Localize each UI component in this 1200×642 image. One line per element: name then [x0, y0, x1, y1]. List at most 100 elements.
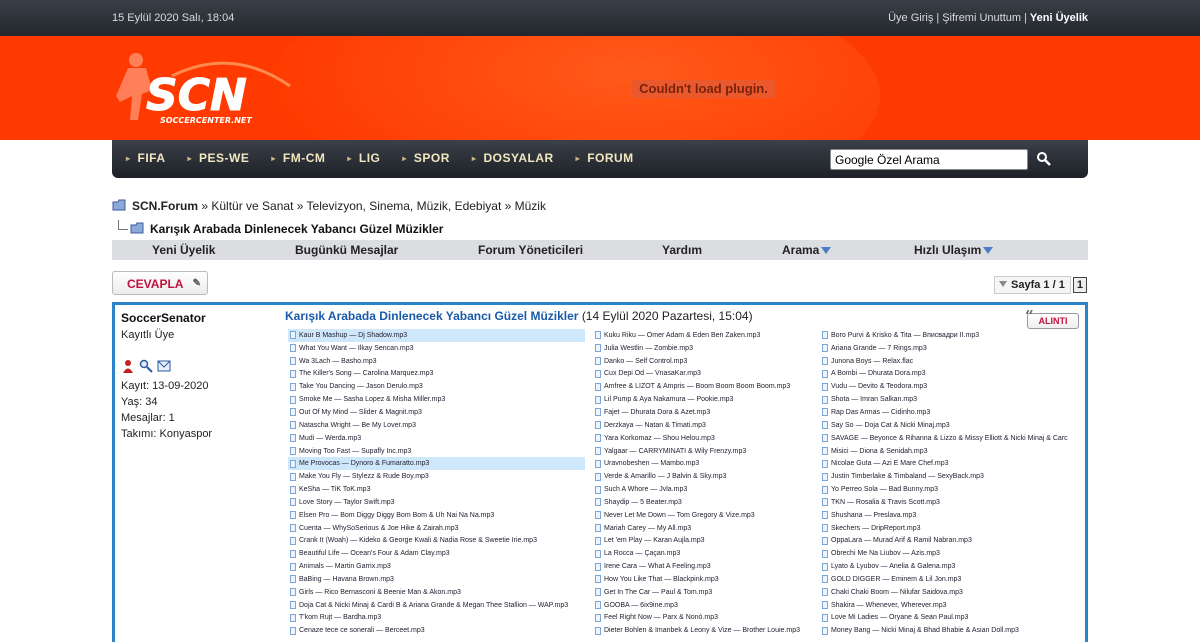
- nav-item-spor[interactable]: ▸ SPOR: [402, 151, 450, 165]
- file-item[interactable]: OppaLara — Murad Arif & Ramil Nabran.mp3: [820, 535, 1080, 548]
- file-item[interactable]: Misici — Diona & Senidah.mp3: [820, 445, 1080, 458]
- file-item[interactable]: BaBing — Havana Brown.mp3: [288, 573, 585, 586]
- file-item[interactable]: GOLD DIGGER — Eminem & Lil Jon.mp3: [820, 573, 1080, 586]
- menu-search[interactable]: Arama: [782, 243, 832, 257]
- file-item[interactable]: Natascha Wright — Be My Lover.mp3: [288, 419, 585, 432]
- file-item[interactable]: Nicolae Guta — Azi E Mare Chef.mp3: [820, 457, 1080, 470]
- file-item[interactable]: Such A Whore — Jvla.mp3: [593, 483, 813, 496]
- menu-quick-access[interactable]: Hızlı Ulaşım: [914, 243, 994, 257]
- file-item[interactable]: Amfree & LIZOT & Ampris — Boom Boom Boom…: [593, 380, 813, 393]
- file-item[interactable]: Kaur B Mashup — Dj Shadow.mp3: [288, 329, 585, 342]
- file-item[interactable]: Get In The Car — Paul & Tom.mp3: [593, 586, 813, 599]
- nav-item-fifa[interactable]: ▸ FIFA: [126, 151, 166, 165]
- file-item[interactable]: GOOBA — 6ix9ine.mp3: [593, 599, 813, 612]
- file-item[interactable]: Say So — Doja Cat & Nicki Minaj.mp3: [820, 419, 1080, 432]
- file-item[interactable]: Yara Korkomaz — Shou Helou.mp3: [593, 432, 813, 445]
- reply-button[interactable]: CEVAPLA ✎: [112, 271, 208, 295]
- file-item[interactable]: Junona Boys — Relax.flac: [820, 355, 1080, 368]
- file-item[interactable]: Yalgaar — CARRYMINATI & Wily Frenzy.mp3: [593, 445, 813, 458]
- file-item[interactable]: Shakira — Whenever, Wherever.mp3: [820, 599, 1080, 612]
- menu-help[interactable]: Yardım: [662, 243, 702, 257]
- file-item[interactable]: Feel Right Now — Parx & Nonó.mp3: [593, 612, 813, 625]
- breadcrumb-path[interactable]: » Kültür ve Sanat » Televizyon, Sinema, …: [201, 199, 546, 213]
- file-item[interactable]: What You Want — Ilkay Sencan.mp3: [288, 342, 585, 355]
- nav-item-fm-cm[interactable]: ▸ FM-CM: [271, 151, 325, 165]
- file-item[interactable]: Out Of My Mind — Slider & Magnit.mp3: [288, 406, 585, 419]
- file-item[interactable]: Smoke Me — Sasha Lopez & Misha Miller.mp…: [288, 393, 585, 406]
- menu-register[interactable]: Yeni Üyelik: [152, 243, 215, 257]
- breadcrumb-root[interactable]: SCN.Forum: [132, 199, 198, 213]
- message-icon[interactable]: [157, 359, 171, 373]
- nav-item-lig[interactable]: ▸ LIG: [347, 151, 380, 165]
- search-icon[interactable]: [1036, 151, 1052, 167]
- site-logo[interactable]: SCN SOCCERCENTER.NET: [112, 46, 302, 132]
- page-menu[interactable]: Sayfa 1 / 1: [994, 276, 1071, 294]
- file-item[interactable]: Skechers — DripReport.mp3: [820, 522, 1080, 535]
- search-input[interactable]: Google Özel Arama: [830, 149, 1028, 170]
- file-item[interactable]: Cuenta — WhySoSerious & Joe Hike & Zaira…: [288, 522, 585, 535]
- user-icon[interactable]: [121, 359, 135, 373]
- file-item[interactable]: Shaydip — 5 Beater.mp3: [593, 496, 813, 509]
- file-item[interactable]: Ariana Grande — 7 Rings.mp3: [820, 342, 1080, 355]
- file-item[interactable]: La Rocca — Çaçan.mp3: [593, 547, 813, 560]
- file-item[interactable]: Money Bang — Nicki Minaj & Bhad Bhabie &…: [820, 624, 1080, 637]
- file-item[interactable]: Julia Westlin — Zombie.mp3: [593, 342, 813, 355]
- file-item[interactable]: Love Story — Taylor Swift.mp3: [288, 496, 585, 509]
- file-item[interactable]: Let 'em Play — Karan Aujla.mp3: [593, 535, 813, 548]
- file-item[interactable]: Doja Cat & Nicki Minaj & Cardi B & Arian…: [288, 599, 585, 612]
- quote-button[interactable]: “ ALINTI: [1025, 309, 1079, 329]
- file-item[interactable]: Verde & Amarillo — J Balvin & Sky.mp3: [593, 470, 813, 483]
- file-item[interactable]: Rap Das Armas — Cidinho.mp3: [820, 406, 1080, 419]
- file-item[interactable]: Cenaze tece ce sonerali — Berceet.mp3: [288, 624, 585, 637]
- file-item[interactable]: The Killer's Song — Carolina Marquez.mp3: [288, 368, 585, 381]
- login-link[interactable]: Üye Giriş: [888, 12, 933, 24]
- file-item[interactable]: Obrechi Me Na Liubov — Azis.mp3: [820, 547, 1080, 560]
- file-item[interactable]: Me Provocas — Dynoro & Fumaratto.mp3: [288, 457, 585, 471]
- nav-item-dosyalar[interactable]: ▸ DOSYALAR: [472, 151, 554, 165]
- file-item[interactable]: How You Like That — Blackpink.mp3: [593, 573, 813, 586]
- file-item[interactable]: Crank It (Woah) — Kideko & George Kwali …: [288, 535, 585, 548]
- file-item[interactable]: Yo Perreo Sola — Bad Bunny.mp3: [820, 483, 1080, 496]
- nav-item-pes-we[interactable]: ▸ PES-WE: [188, 151, 250, 165]
- file-item[interactable]: Moving Too Fast — Supafly Inc.mp3: [288, 445, 585, 458]
- file-item[interactable]: Cux Depi Od — VnasaKar.mp3: [593, 368, 813, 381]
- file-item[interactable]: Girls — Rico Bernasconi & Beenie Man & A…: [288, 586, 585, 599]
- file-item[interactable]: Fajet — Dhurata Dora & Azet.mp3: [593, 406, 813, 419]
- menu-moderators[interactable]: Forum Yöneticileri: [478, 243, 583, 257]
- file-item[interactable]: Never Let Me Down — Tom Gregory & Vize.m…: [593, 509, 813, 522]
- file-item[interactable]: Justin Timberlake & Timbaland — SexyBack…: [820, 470, 1080, 483]
- file-item[interactable]: Kuku Riku — Omer Adam & Eden Ben Zaken.m…: [593, 329, 813, 342]
- file-item[interactable]: Mariah Carey — My All.mp3: [593, 522, 813, 535]
- menu-today-posts[interactable]: Bugünkü Mesajlar: [295, 243, 398, 257]
- file-item[interactable]: Danko — Self Control.mp3: [593, 355, 813, 368]
- file-item[interactable]: Make You Fly — Stylezz & Rude Boy.mp3: [288, 470, 585, 483]
- file-item[interactable]: Animals — Martin Garrix.mp3: [288, 560, 585, 573]
- file-item[interactable]: T'kom Rujt — Bardha.mp3: [288, 612, 585, 625]
- search-user-icon[interactable]: [139, 359, 153, 373]
- forgot-password-link[interactable]: Şifremi Unuttum: [942, 12, 1021, 24]
- file-item[interactable]: KeSha — TiK ToK.mp3: [288, 483, 585, 496]
- file-item[interactable]: Irene Cara — What A Feeling.mp3: [593, 560, 813, 573]
- post-title[interactable]: Karışık Arabada Dinlenecek Yabancı Güzel…: [285, 309, 578, 323]
- file-item[interactable]: Uravnobeshen — Mambo.mp3: [593, 457, 813, 470]
- file-item[interactable]: Derzkaya — Natan & Timati.mp3: [593, 419, 813, 432]
- file-item[interactable]: Boro Purvi & Krisko & Tita — Вписвадри I…: [820, 329, 1080, 342]
- file-item[interactable]: SAVAGE — Beyonce & Rihanna & Lizzo & Mis…: [820, 432, 1080, 445]
- file-item[interactable]: Lyato & Lyubov — Anelia & Galena.mp3: [820, 560, 1080, 573]
- file-item[interactable]: Take You Dancing — Jason Derulo.mp3: [288, 380, 585, 393]
- file-item[interactable]: Dieter Bohlen & Imanbek & Leony & Vize —…: [593, 624, 813, 637]
- file-item[interactable]: A Bombi — Dhurata Dora.mp3: [820, 368, 1080, 381]
- file-item[interactable]: Elsen Pro — Bom Diggy Diggy Bom Bom & Uh…: [288, 509, 585, 522]
- nav-item-forum[interactable]: ▸ FORUM: [576, 151, 634, 165]
- file-item[interactable]: Wa 3Lach — Basho.mp3: [288, 355, 585, 368]
- register-link[interactable]: Yeni Üyelik: [1030, 12, 1088, 24]
- file-item[interactable]: Beautiful Life — Ocean's Four & Adam Cla…: [288, 547, 585, 560]
- file-item[interactable]: Love Mi Ladies — Oryane & Sean Paul.mp3: [820, 612, 1080, 625]
- file-item[interactable]: Mudi — Werda.mp3: [288, 432, 585, 445]
- page-current[interactable]: 1: [1072, 277, 1087, 293]
- author-name[interactable]: SoccerSenator: [121, 311, 281, 325]
- file-item[interactable]: Shota — Imran Salkan.mp3: [820, 393, 1080, 406]
- file-item[interactable]: Lil Pump & Aya Nakamura — Pookie.mp3: [593, 393, 813, 406]
- file-item[interactable]: Chaki Chaki Boom — Nilufar Saidova.mp3: [820, 586, 1080, 599]
- file-item[interactable]: Vudu — Devito & Teodora.mp3: [820, 380, 1080, 393]
